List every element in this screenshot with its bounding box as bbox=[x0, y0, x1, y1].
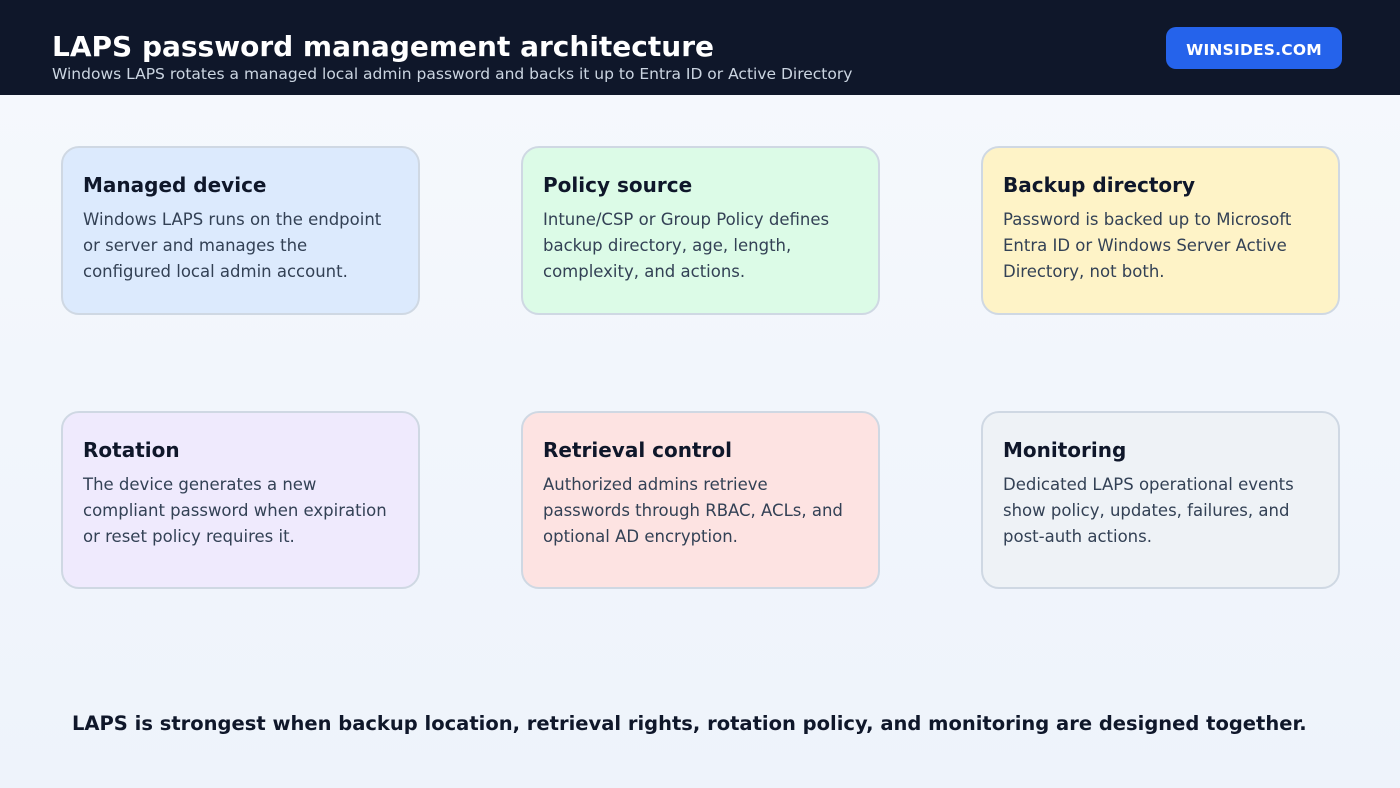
card-retrieval-control: Retrieval control Authorized admins retr… bbox=[521, 411, 880, 589]
card-rotation: Rotation The device generates a new comp… bbox=[61, 411, 420, 589]
card-description: Dedicated LAPS operational events show p… bbox=[1003, 475, 1294, 546]
card-description: Intune/CSP or Group Policy defines backu… bbox=[543, 210, 830, 281]
card-description: Authorized admins retrieve passwords thr… bbox=[543, 475, 843, 546]
card-title: Monitoring bbox=[1003, 438, 1127, 462]
card-title: Backup directory bbox=[1003, 173, 1196, 197]
card-description: Windows LAPS runs on the endpoint or ser… bbox=[83, 210, 382, 281]
page-subtitle: Windows LAPS rotates a managed local adm… bbox=[52, 65, 853, 83]
card-managed-device: Managed device Windows LAPS runs on the … bbox=[61, 146, 420, 315]
card-title: Retrieval control bbox=[543, 438, 733, 462]
brand-badge: WINSIDES.COM bbox=[1166, 27, 1342, 69]
card-title: Managed device bbox=[83, 173, 267, 197]
card-title: Policy source bbox=[543, 173, 693, 197]
header-bar: LAPS password management architecture Wi… bbox=[0, 0, 1400, 95]
footer-summary: LAPS is strongest when backup location, … bbox=[72, 712, 1307, 735]
card-description: The device generates a new compliant pas… bbox=[83, 475, 387, 546]
page-title: LAPS password management architecture bbox=[52, 30, 715, 63]
card-description: Password is backed up to Microsoft Entra… bbox=[1003, 210, 1292, 281]
card-title: Rotation bbox=[83, 438, 180, 462]
card-backup-directory: Backup directory Password is backed up t… bbox=[981, 146, 1340, 315]
card-monitoring: Monitoring Dedicated LAPS operational ev… bbox=[981, 411, 1340, 589]
card-policy-source: Policy source Intune/CSP or Group Policy… bbox=[521, 146, 880, 315]
